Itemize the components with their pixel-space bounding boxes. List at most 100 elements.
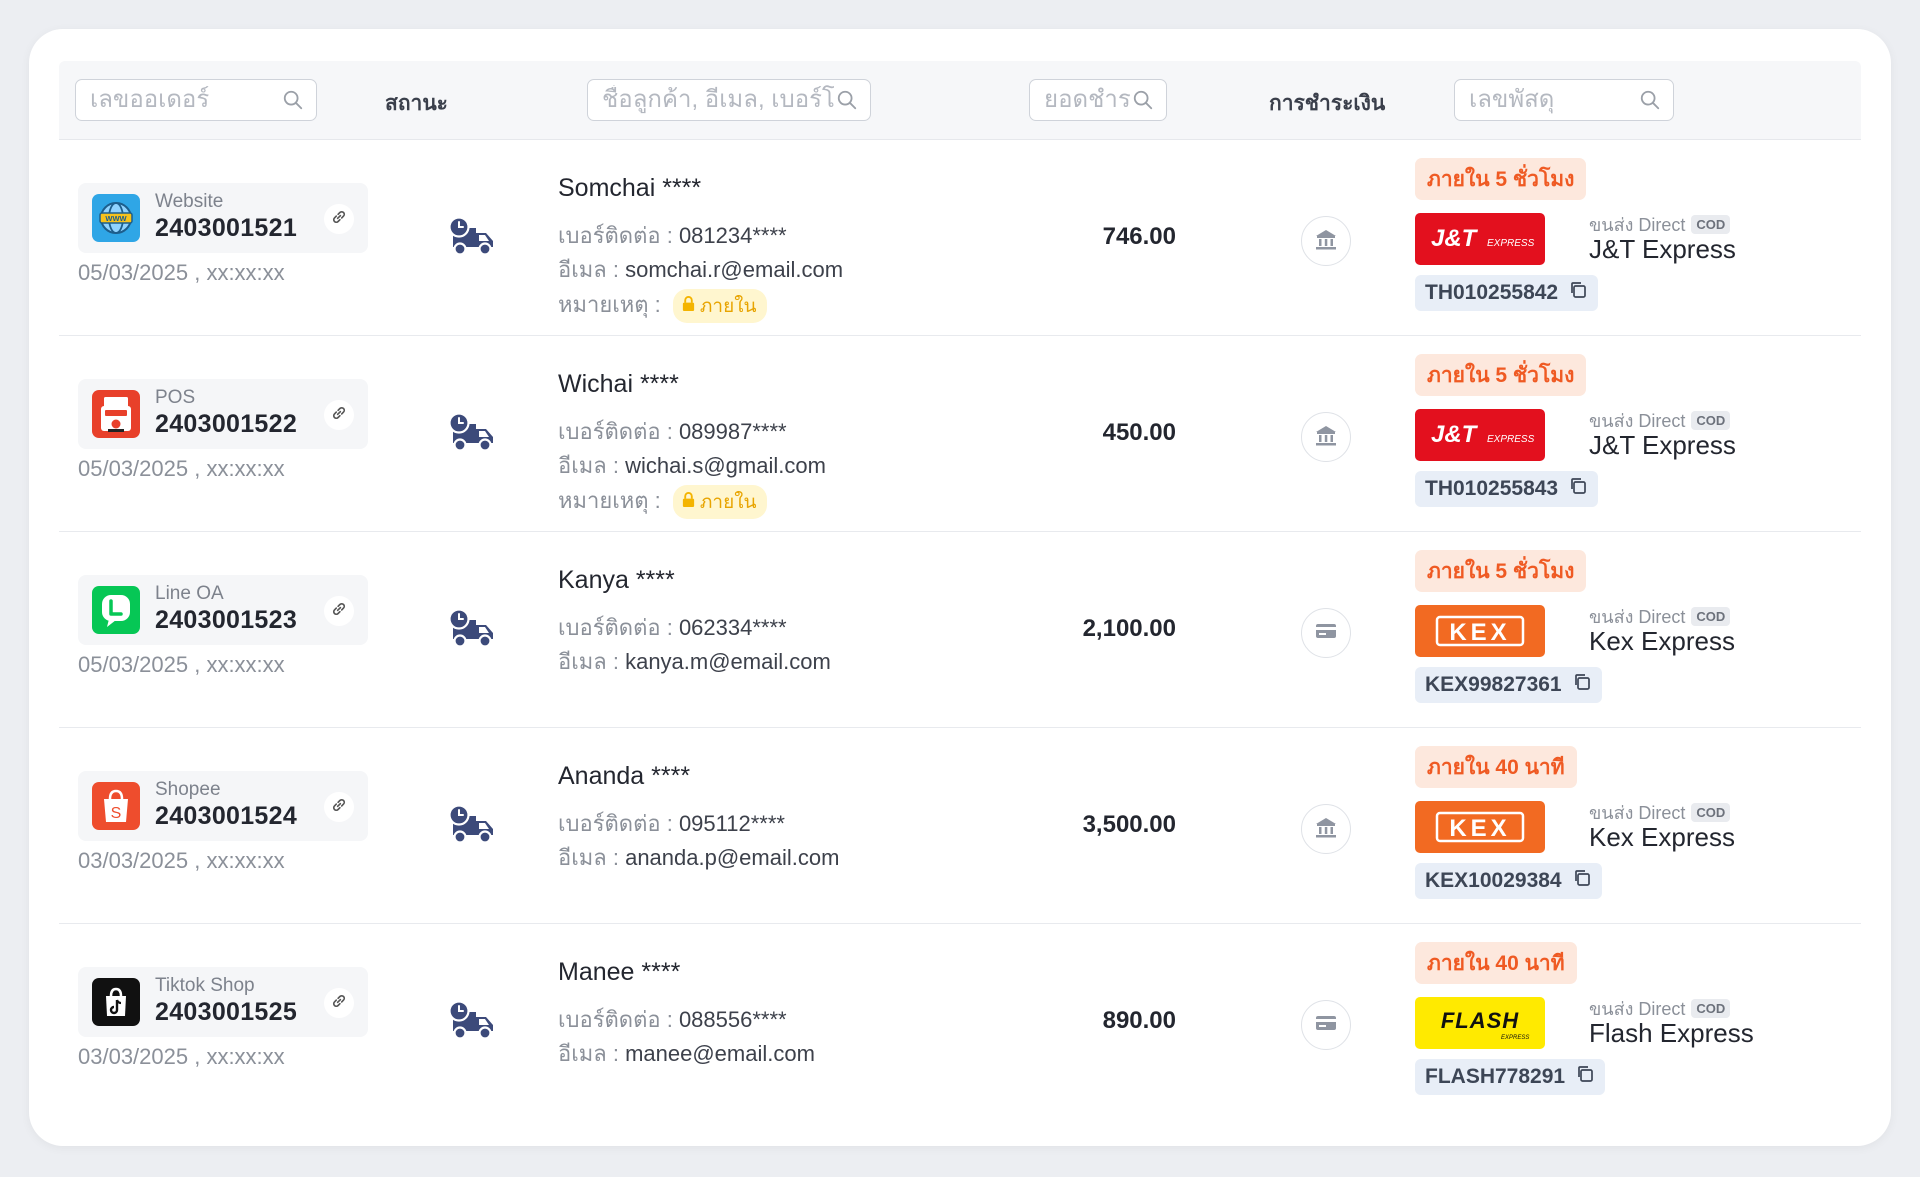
order-amount: 450.00 <box>1102 419 1176 446</box>
customer-email: อีเมล : wichai.s@gmail.com <box>558 453 826 478</box>
customer-filter[interactable] <box>587 79 871 121</box>
link-icon <box>330 600 348 623</box>
table-row[interactable]: WWW Website 2403001521 05/03/2025 , xx:x… <box>59 140 1861 336</box>
order-amount: 746.00 <box>1102 223 1176 250</box>
carrier-name: J&T Express <box>1589 430 1736 460</box>
tracking-number-chip[interactable]: FLASH778291 <box>1415 1059 1606 1095</box>
tracking-filter[interactable] <box>1454 79 1674 121</box>
tracking-number-chip[interactable]: TH010255842 <box>1415 275 1599 311</box>
customer-phone: เบอร์ติดต่อ : 095112**** <box>558 811 785 836</box>
sla-badge: ภายใน 5 ชั่วโมง <box>1415 158 1587 200</box>
payment-method-button[interactable] <box>1301 804 1351 854</box>
sla-badge: ภายใน 40 นาที <box>1415 746 1577 788</box>
lock-icon <box>681 491 696 514</box>
payment-method-button[interactable] <box>1301 1000 1351 1050</box>
link-icon <box>330 404 348 427</box>
search-icon <box>837 90 857 110</box>
copy-icon[interactable] <box>1568 280 1588 306</box>
status-column-label: สถานะ <box>385 92 448 115</box>
flash-express-logo: FLASH EXPRESS <box>1415 997 1545 1049</box>
order-number-filter[interactable] <box>75 79 317 121</box>
customer-search-input[interactable] <box>600 85 836 115</box>
table-row[interactable]: Line OA 2403001523 05/03/2025 , xx:xx:xx… <box>59 532 1861 728</box>
table-row[interactable]: POS 2403001522 05/03/2025 , xx:xx:xx Wic… <box>59 336 1861 532</box>
customer-name: Somchai **** <box>558 174 702 202</box>
customer-phone: เบอร์ติดต่อ : 081234**** <box>558 223 787 248</box>
tracking-number-chip[interactable]: KEX10029384 <box>1415 863 1602 899</box>
bank-icon <box>1313 814 1339 845</box>
customer-note: หมายเหตุ : ภายใน <box>558 287 767 324</box>
order-channel-box: Tiktok Shop 2403001525 <box>78 967 368 1037</box>
link-icon <box>330 208 348 231</box>
website-icon: WWW <box>92 194 140 242</box>
svg-text:KEX: KEX <box>1449 619 1510 646</box>
payment-method-button[interactable] <box>1301 412 1351 462</box>
payment-method-button[interactable] <box>1301 216 1351 266</box>
sla-badge: ภายใน 5 ชั่วโมง <box>1415 354 1587 396</box>
delivery-truck-icon[interactable] <box>447 608 497 650</box>
copy-icon[interactable] <box>1572 672 1592 698</box>
customer-name: Wichai **** <box>558 370 679 398</box>
customer-phone: เบอร์ติดต่อ : 062334**** <box>558 615 787 640</box>
order-link-button[interactable] <box>324 400 354 430</box>
carrier-name: Kex Express <box>1589 626 1735 656</box>
copy-icon[interactable] <box>1572 868 1592 894</box>
order-link-button[interactable] <box>324 792 354 822</box>
delivery-truck-icon[interactable] <box>447 804 497 846</box>
delivery-truck-icon[interactable] <box>447 216 497 258</box>
payment-column-label: การชำระเงิน <box>1269 92 1386 115</box>
tracking-number: KEX10029384 <box>1425 869 1562 892</box>
amount-filter[interactable] <box>1029 79 1167 121</box>
credit-card-icon <box>1313 618 1339 649</box>
cod-badge: COD <box>1691 215 1731 234</box>
tracking-number: KEX99827361 <box>1425 673 1562 696</box>
channel-name: Line OA <box>155 583 224 604</box>
delivery-truck-icon[interactable] <box>447 412 497 454</box>
svg-text:S: S <box>111 805 122 822</box>
order-number: 2403001522 <box>155 410 298 438</box>
tiktok-icon <box>92 978 140 1026</box>
tracking-input[interactable] <box>1467 85 1639 115</box>
tracking-number: TH010255843 <box>1425 477 1559 500</box>
order-link-button[interactable] <box>324 596 354 626</box>
copy-icon[interactable] <box>1568 476 1588 502</box>
order-channel-box: WWW Website 2403001521 <box>78 183 368 253</box>
table-row[interactable]: Tiktok Shop 2403001525 03/03/2025 , xx:x… <box>59 924 1861 1119</box>
pos-icon <box>92 390 140 438</box>
order-number-input[interactable] <box>88 85 282 115</box>
carrier-name: Kex Express <box>1589 822 1735 852</box>
customer-email: อีเมล : manee@email.com <box>558 1041 815 1066</box>
cod-badge: COD <box>1691 411 1731 430</box>
channel-name: Tiktok Shop <box>155 975 255 996</box>
line-icon <box>92 586 140 634</box>
tracking-number-chip[interactable]: TH010255843 <box>1415 471 1599 507</box>
carrier-name: Flash Express <box>1589 1018 1754 1048</box>
order-date: 03/03/2025 , xx:xx:xx <box>78 1044 285 1069</box>
payment-method-button[interactable] <box>1301 608 1351 658</box>
channel-name: POS <box>155 387 196 408</box>
kex-logo: KEX <box>1415 801 1545 853</box>
tracking-number: FLASH778291 <box>1425 1065 1566 1088</box>
note-badge: ภายใน <box>672 485 767 520</box>
order-link-button[interactable] <box>324 988 354 1018</box>
tracking-number-chip[interactable]: KEX99827361 <box>1415 667 1602 703</box>
amount-input[interactable] <box>1042 85 1132 115</box>
svg-text:EXPRESS: EXPRESS <box>1501 1035 1529 1041</box>
order-link-button[interactable] <box>324 204 354 234</box>
order-amount: 2,100.00 <box>1082 615 1176 642</box>
table-row[interactable]: S Shopee 2403001524 03/03/2025 , xx:xx:x… <box>59 728 1861 924</box>
cod-badge: COD <box>1691 999 1731 1018</box>
delivery-truck-icon[interactable] <box>447 1000 497 1042</box>
copy-icon[interactable] <box>1575 1064 1595 1090</box>
customer-phone: เบอร์ติดต่อ : 088556**** <box>558 1007 787 1032</box>
customer-name: Ananda **** <box>558 762 691 790</box>
note-badge: ภายใน <box>672 289 767 324</box>
cod-badge: COD <box>1691 607 1731 626</box>
svg-text:EXPRESS: EXPRESS <box>1487 238 1535 249</box>
channel-name: Shopee <box>155 779 221 800</box>
link-icon <box>330 796 348 819</box>
customer-email: อีเมล : ananda.p@email.com <box>558 845 840 870</box>
jt-express-logo: J&T EXPRESS <box>1415 213 1545 265</box>
sla-badge: ภายใน 40 นาที <box>1415 942 1577 984</box>
order-date: 03/03/2025 , xx:xx:xx <box>78 848 285 873</box>
